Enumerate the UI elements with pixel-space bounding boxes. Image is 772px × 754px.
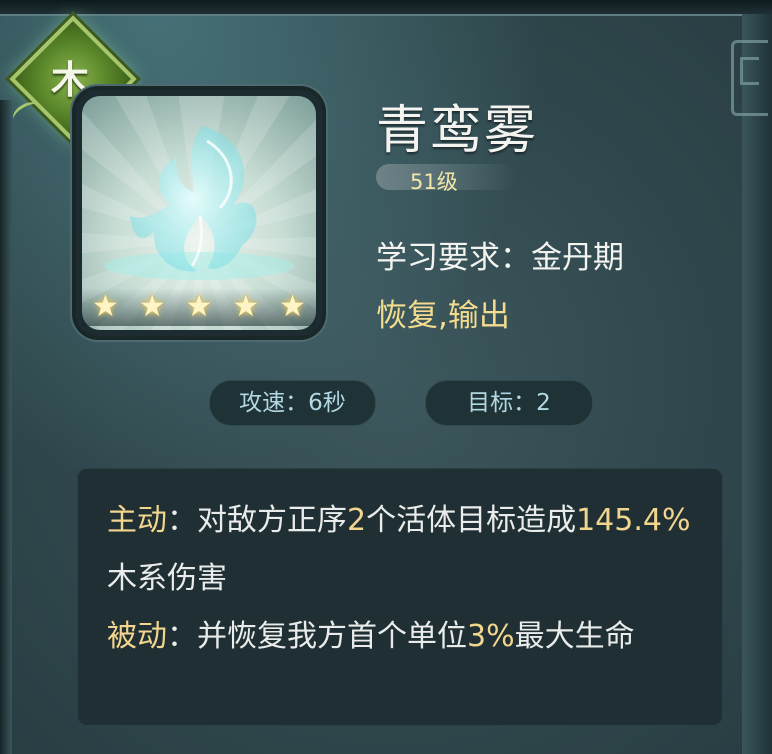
- attack-speed-badge: 攻速：6秒: [209, 380, 376, 426]
- active-damage-percent: 145.4%: [576, 503, 691, 538]
- star-rating: ★ ★ ★ ★ ★: [82, 288, 316, 326]
- passive-heal-percent: 3%: [467, 619, 515, 654]
- passive-text: 最大生命: [514, 619, 635, 654]
- active-text: ：对敌方正序: [167, 503, 347, 538]
- right-border: [742, 14, 772, 754]
- star-icon: ★: [138, 289, 166, 324]
- description-panel: 主动：对敌方正序2个活体目标造成145.4% 木系伤害 被动：并恢复我方首个单位3…: [77, 468, 723, 726]
- active-label: 主动: [107, 503, 167, 538]
- skill-level: 51级: [410, 170, 458, 194]
- star-icon: ★: [185, 289, 213, 324]
- left-border: [0, 100, 12, 754]
- skill-name: 青鸾雾: [376, 101, 539, 161]
- star-icon: ★: [279, 289, 307, 324]
- star-icon: ★: [91, 289, 119, 324]
- skill-tags: 恢复,输出: [376, 298, 510, 334]
- star-icon: ★: [232, 289, 260, 324]
- active-effect: 主动：对敌方正序2个活体目标造成145.4% 木系伤害: [107, 492, 707, 608]
- target-count-badge: 目标：2: [425, 380, 593, 426]
- passive-effect: 被动：并恢复我方首个单位3%最大生命: [107, 608, 707, 666]
- active-text: 木系伤害: [107, 561, 227, 596]
- learn-requirement: 学习要求：金丹期: [376, 240, 624, 276]
- passive-label: 被动: [107, 619, 167, 654]
- skill-icon[interactable]: ★ ★ ★ ★ ★: [76, 90, 322, 336]
- corner-ornament: [731, 40, 768, 116]
- active-text: 个活体目标造成: [366, 503, 577, 538]
- active-target-count: 2: [347, 503, 367, 538]
- passive-text: ：并恢复我方首个单位: [167, 619, 467, 654]
